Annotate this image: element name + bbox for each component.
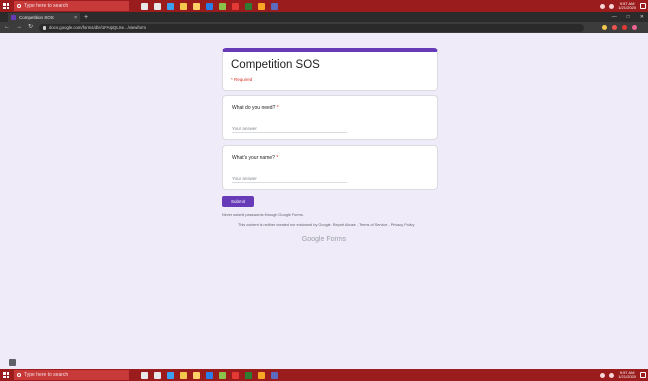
omnibox[interactable]: docs.google.com/forms/d/e/1FAIpQLSe.../v… bbox=[39, 23, 585, 32]
taskbar-app-icon[interactable] bbox=[206, 2, 213, 10]
taskbar-app-icon[interactable] bbox=[245, 371, 252, 379]
taskbar-app-icon[interactable] bbox=[193, 2, 200, 10]
taskbar-app-icon[interactable] bbox=[206, 371, 213, 379]
window-controls: — □ ✕ bbox=[612, 12, 644, 22]
new-tab-button[interactable]: + bbox=[84, 13, 88, 22]
extension-icon[interactable] bbox=[612, 25, 618, 30]
password-warning: Never submit passwords through Google Fo… bbox=[222, 213, 304, 217]
report-icon[interactable] bbox=[9, 359, 16, 366]
question-text: What's your name? bbox=[232, 155, 275, 161]
submit-button[interactable]: Submit bbox=[222, 196, 254, 207]
question-card-need: What do you need? * bbox=[222, 95, 438, 140]
system-tray: 9:57 AM 1/21/2020 bbox=[600, 0, 646, 12]
taskbar-bottom: Type here to search 9:57 AM 1/21/2020 bbox=[0, 369, 648, 381]
clock-date: 1/21/2020 bbox=[618, 5, 636, 10]
taskbar-search-text: Type here to search bbox=[24, 3, 69, 9]
extension-icon[interactable] bbox=[602, 25, 608, 30]
taskbar-app-icon[interactable] bbox=[258, 371, 265, 379]
extension-icon[interactable] bbox=[632, 25, 638, 30]
start-button[interactable] bbox=[0, 369, 12, 381]
volume-icon[interactable] bbox=[609, 3, 615, 9]
close-tab-icon[interactable]: × bbox=[74, 15, 77, 21]
clock-date: 1/21/2020 bbox=[618, 374, 636, 379]
url-text: docs.google.com/forms/d/e/1FAIpQLSe.../v… bbox=[49, 25, 146, 30]
taskbar-app-icon[interactable] bbox=[167, 371, 174, 379]
volume-icon[interactable] bbox=[609, 372, 615, 378]
question-label: What do you need? * bbox=[232, 105, 428, 111]
taskbar-app-icon[interactable] bbox=[154, 371, 161, 379]
forms-favicon-icon bbox=[11, 15, 16, 20]
taskbar-app-icon[interactable] bbox=[219, 371, 226, 379]
address-bar: ← → ↻ docs.google.com/forms/d/e/1FAIpQLS… bbox=[0, 22, 648, 33]
disclaimer[interactable]: This content is neither created nor endo… bbox=[238, 223, 414, 227]
tab-strip: Competition SOS × + — □ ✕ bbox=[0, 12, 648, 22]
clock[interactable]: 9:57 AM 1/21/2020 bbox=[618, 370, 636, 380]
taskbar-app-icon[interactable] bbox=[232, 371, 239, 379]
reload-icon[interactable]: ↻ bbox=[28, 22, 33, 33]
tab-title: Competition SOS bbox=[19, 15, 54, 20]
network-icon[interactable] bbox=[600, 3, 606, 9]
google-forms-logo[interactable]: Google Forms bbox=[0, 236, 648, 243]
maximize-icon[interactable]: □ bbox=[627, 12, 630, 22]
taskbar-app-icon[interactable] bbox=[271, 2, 278, 10]
back-icon[interactable]: ← bbox=[4, 22, 10, 33]
taskbar-app-icon[interactable] bbox=[258, 2, 265, 10]
taskbar-app-icon[interactable] bbox=[167, 2, 174, 10]
required-star: * bbox=[276, 105, 279, 111]
form-header-card: Competition SOS * Required bbox=[222, 48, 438, 91]
browser-tab[interactable]: Competition SOS × bbox=[8, 13, 80, 22]
forward-icon[interactable]: → bbox=[16, 22, 22, 33]
start-button[interactable] bbox=[0, 0, 12, 12]
taskbar-app-icon[interactable] bbox=[154, 2, 161, 10]
form-page: Competition SOS * Required What do you n… bbox=[0, 33, 648, 369]
extension-icon[interactable] bbox=[622, 25, 628, 30]
taskbar-app-icon[interactable] bbox=[271, 371, 278, 379]
required-star: * bbox=[276, 155, 279, 161]
taskbar-top: Type here to search 9:57 AM 1/21/2020 bbox=[0, 0, 648, 12]
windows-icon bbox=[3, 372, 9, 378]
taskbar-app-icon[interactable] bbox=[141, 2, 148, 10]
form-title: Competition SOS bbox=[231, 59, 320, 71]
taskbar-app-icon[interactable] bbox=[180, 371, 187, 379]
extensions-row bbox=[602, 25, 638, 30]
question-card-name: What's your name? * bbox=[222, 145, 438, 190]
notification-icon[interactable] bbox=[640, 372, 646, 378]
taskbar-app-icon[interactable] bbox=[180, 2, 187, 10]
close-window-icon[interactable]: ✕ bbox=[640, 12, 644, 22]
name-answer-input[interactable] bbox=[232, 175, 347, 183]
system-tray: 9:57 AM 1/21/2020 bbox=[600, 369, 646, 381]
taskbar-search[interactable]: Type here to search bbox=[14, 1, 129, 11]
need-answer-input[interactable] bbox=[232, 125, 347, 133]
question-label: What's your name? * bbox=[232, 155, 428, 161]
clock[interactable]: 9:57 AM 1/21/2020 bbox=[618, 1, 636, 11]
taskbar-search-text: Type here to search bbox=[24, 372, 69, 378]
network-icon[interactable] bbox=[600, 372, 606, 378]
notification-icon[interactable] bbox=[640, 3, 646, 9]
taskbar-app-icon[interactable] bbox=[193, 371, 200, 379]
required-note: * Required bbox=[231, 77, 253, 82]
taskbar-apps bbox=[141, 371, 278, 379]
taskbar-search[interactable]: Type here to search bbox=[14, 370, 129, 380]
taskbar-app-icon[interactable] bbox=[141, 371, 148, 379]
taskbar-app-icon[interactable] bbox=[245, 2, 252, 10]
lock-icon bbox=[43, 25, 47, 30]
search-icon bbox=[17, 373, 21, 377]
search-icon bbox=[17, 4, 21, 8]
taskbar-apps bbox=[141, 2, 278, 10]
windows-icon bbox=[3, 3, 9, 9]
question-text: What do you need? bbox=[232, 105, 276, 111]
minimize-icon[interactable]: — bbox=[612, 12, 617, 22]
taskbar-app-icon[interactable] bbox=[232, 2, 239, 10]
taskbar-app-icon[interactable] bbox=[219, 2, 226, 10]
